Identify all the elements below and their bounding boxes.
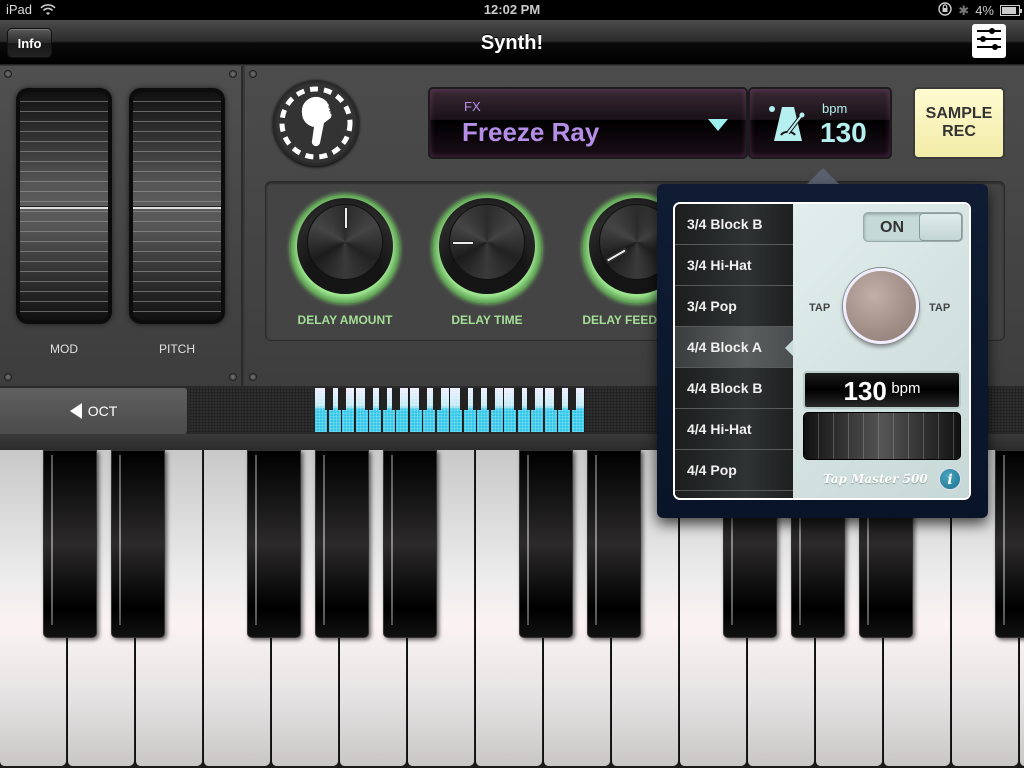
sample-rec-line1: SAMPLE [925,105,993,122]
screw-icon [4,70,12,78]
delay-time-label: DELAY TIME [451,313,523,327]
screw-icon [4,373,12,381]
mod-wheel[interactable] [16,88,112,324]
mini-black-key [324,388,333,410]
knob-pointer [605,248,627,263]
bpm-jog-wheel[interactable] [803,412,961,460]
clock: 12:02 PM [483,2,541,17]
retronyms-logo[interactable]: retronyms [273,80,359,166]
screw-icon [229,373,237,381]
controller-panel: MOD PITCH [0,66,243,386]
tap-master-popover: 3/4 Block B 3/4 Hi-Hat 3/4 Pop 4/4 Block A4… [657,184,988,518]
pattern-item[interactable]: 4/4 Hi-Hat [675,409,793,450]
dropdown-arrow-icon [708,119,728,131]
black-key[interactable] [43,450,97,638]
fx-label: FX [464,99,481,114]
delay-amount-knob[interactable] [290,194,400,304]
black-key[interactable] [587,450,641,638]
tap-label-left: TAP [809,302,831,314]
pattern-item[interactable]: 4/4 Block B [675,368,793,409]
mini-black-key [432,388,441,410]
delay-time-knob[interactable] [432,194,542,304]
tap-label-right: TAP [929,302,951,314]
pitch-wheel-label: PITCH [159,342,195,356]
octave-down-button[interactable]: OCT [0,388,188,434]
screw-icon [249,373,257,381]
mini-black-key [338,388,346,410]
left-arrow-icon [69,403,82,419]
bpm-readout: 130 bpm [803,371,961,409]
bpm-value: 130 [820,117,867,148]
toggle-thumb [919,213,962,241]
pattern-item[interactable]: 3/4 Hi-Hat [675,245,793,286]
bpm-readout-value: 130 [843,376,887,406]
metronome-icon [768,103,812,152]
mini-black-key [473,388,481,410]
tempo-button[interactable]: bpm 130 [748,87,892,159]
status-bar: iPad 12:02 PM ✱ 4% [0,0,1024,20]
pattern-item[interactable]: 4/4 Pop [675,450,793,491]
mini-black-key [554,388,562,410]
fx-value: Freeze Ray [462,117,600,147]
metronome-on-toggle[interactable]: ON [863,212,963,242]
black-key[interactable] [383,450,437,638]
mini-black-key [459,388,468,410]
bluetooth-icon: ✱ [958,2,970,18]
pattern-item[interactable]: 3/4 Pop [675,286,793,327]
popover-arrow [806,168,840,185]
synth-app: iPad 12:02 PM ✱ 4% Info Synth! MOD PITCH… [0,0,1024,768]
pitch-wheel[interactable] [129,88,225,324]
octave-label: OCT [87,403,118,419]
black-key[interactable] [995,450,1024,638]
pattern-item[interactable]: 4/4 Block A [675,327,793,368]
sample-rec-button[interactable]: SAMPLE REC [913,87,1005,159]
battery-percent: 4% [975,3,994,18]
mini-black-key [567,388,576,410]
black-key[interactable] [111,450,165,638]
tap-master-brand: Tap Master 500 [823,472,928,486]
sliders-icon [975,26,1003,57]
mini-black-key [365,388,373,410]
mod-wheel-label: MOD [50,342,78,356]
tap-master-panel: ON TAP TAP 130 bpm Tap Master 500 i [793,204,969,498]
mini-black-key [378,388,387,410]
info-icon[interactable]: i [939,468,961,490]
mini-black-key [527,388,535,410]
sample-rec-line2: REC [942,123,976,140]
pattern-item[interactable]: 3/4 Block B [675,204,793,245]
black-key[interactable] [247,450,301,638]
black-key[interactable] [519,450,573,638]
mini-black-key [486,388,495,410]
mini-black-key [513,388,522,410]
black-key[interactable] [315,450,369,638]
bpm-label: bpm [822,101,848,116]
nav-bar: Info Synth! [0,20,1024,65]
page-title: Synth! [480,32,544,54]
mixer-settings-button[interactable] [972,24,1006,58]
fx-selector[interactable]: FX Freeze Ray [428,87,748,159]
screw-icon [229,70,237,78]
metronome-pattern-list: 3/4 Block B 3/4 Hi-Hat 3/4 Pop 4/4 Block A4… [675,204,793,498]
logo-text: retronyms [325,100,344,141]
tap-tempo-button[interactable] [843,268,919,344]
knob-pointer [344,207,348,229]
knob-pointer [452,241,474,245]
battery-icon [1000,5,1022,16]
screw-icon [249,70,257,78]
mini-black-key [419,388,427,410]
rotation-lock-icon [938,2,952,19]
toggle-label: ON [880,219,904,236]
delay-amount-label: DELAY AMOUNT [297,313,393,327]
bpm-readout-unit: bpm [891,380,921,397]
mini-black-key [392,388,400,410]
